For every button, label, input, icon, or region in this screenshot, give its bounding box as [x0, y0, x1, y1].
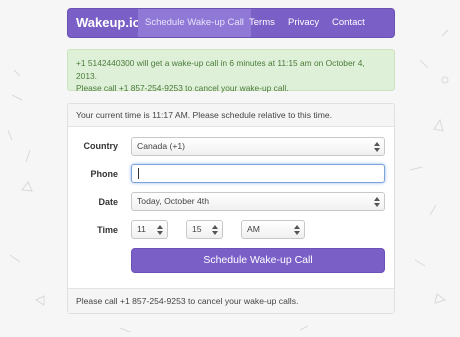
- country-label: Country: [83, 141, 119, 151]
- date-select[interactable]: Today, October 4th: [131, 192, 385, 211]
- hour-select-value: 11: [137, 224, 146, 234]
- phone-label: Phone: [90, 169, 118, 179]
- schedule-wakeup-call-button[interactable]: Schedule Wake-up Call: [131, 248, 385, 273]
- date-label: Date: [98, 197, 118, 207]
- select-arrows-icon: [157, 223, 163, 236]
- ampm-select[interactable]: AM: [241, 220, 305, 239]
- hour-select[interactable]: 11: [131, 220, 168, 239]
- select-arrows-icon: [374, 195, 380, 208]
- nav-contact[interactable]: Contact: [325, 9, 372, 37]
- select-arrows-icon: [212, 223, 218, 236]
- cancel-notice: Please call +1 857-254-9253 to cancel yo…: [68, 288, 394, 313]
- nav-terms[interactable]: Terms: [242, 9, 282, 37]
- nav-privacy[interactable]: Privacy: [281, 9, 326, 37]
- minute-select[interactable]: 15: [186, 220, 223, 239]
- top-navbar: Wakeup.io Schedule Wake-up Call Terms Pr…: [67, 8, 395, 38]
- country-select[interactable]: Canada (+1): [131, 137, 385, 156]
- current-time-notice: Your current time is 11:17 AM. Please sc…: [68, 104, 394, 127]
- country-select-value: Canada (+1): [137, 141, 186, 151]
- nav-schedule-wakeup-call[interactable]: Schedule Wake-up Call: [138, 9, 251, 37]
- select-arrows-icon: [374, 140, 380, 153]
- text-cursor: [138, 168, 139, 179]
- alert-line-1: +1 5142440300 will get a wake-up call in…: [76, 58, 365, 81]
- ampm-select-value: AM: [247, 224, 260, 234]
- date-select-value: Today, October 4th: [137, 196, 209, 206]
- phone-input[interactable]: [131, 164, 385, 183]
- alert-line-2: Please call +1 857-254-9253 to cancel yo…: [76, 83, 289, 93]
- minute-select-value: 15: [192, 224, 202, 234]
- success-alert: +1 5142440300 will get a wake-up call in…: [67, 49, 395, 93]
- select-arrows-icon: [294, 223, 300, 236]
- brand-logo[interactable]: Wakeup.io: [76, 9, 141, 37]
- schedule-form-panel: Your current time is 11:17 AM. Please sc…: [67, 103, 395, 314]
- time-label: Time: [97, 225, 118, 235]
